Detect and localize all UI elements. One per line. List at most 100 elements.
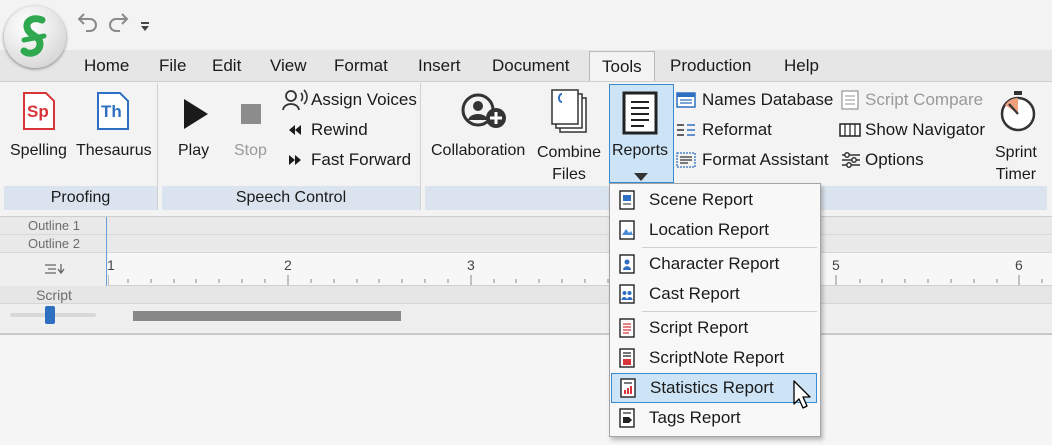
- ruler: [107, 253, 1052, 286]
- menu-item-tags-report[interactable]: Tags Report: [611, 404, 817, 432]
- speech-control-group-label: Speech Control: [162, 186, 420, 210]
- outline2-row: [0, 235, 1052, 253]
- scene-report-icon: [619, 190, 635, 210]
- ruler-number-2: 2: [284, 257, 292, 273]
- combine-files-label-line1: Combine: [537, 144, 602, 161]
- collaboration-button[interactable]: Collaboration: [431, 142, 525, 160]
- spelling-icon: Sp: [22, 91, 56, 136]
- tab-production[interactable]: Production: [658, 50, 763, 81]
- collaboration-icon: [460, 92, 508, 137]
- character-report-icon: [619, 254, 635, 274]
- ruler-number-1: 1: [107, 257, 115, 273]
- names-database-button[interactable]: Names Database: [702, 90, 833, 110]
- menu-item-label: Script Report: [649, 318, 749, 337]
- reformat-button[interactable]: Reformat: [702, 120, 772, 140]
- sprint-timer-button[interactable]: Sprint Timer: [995, 142, 1037, 186]
- menu-item-scene-report[interactable]: Scene Report: [611, 186, 817, 214]
- tab-file[interactable]: File: [147, 50, 198, 81]
- tab-view[interactable]: View: [258, 50, 319, 81]
- menu-item-label: Character Report: [649, 254, 780, 273]
- menu-item-script-report[interactable]: Script Report: [611, 314, 817, 342]
- menu-separator: [642, 247, 817, 248]
- cast-report-icon: [619, 284, 635, 304]
- horizontal-scrollbar-thumb[interactable]: [133, 311, 401, 321]
- menu-item-label: Location Report: [649, 220, 770, 239]
- undo-icon[interactable]: [76, 10, 100, 38]
- script-editor-area[interactable]: [0, 333, 1052, 445]
- fast-forward-icon: [288, 153, 302, 171]
- play-button[interactable]: Play: [178, 142, 209, 160]
- tab-tools[interactable]: Tools: [589, 51, 655, 83]
- menu-item-label: Cast Report: [649, 284, 740, 303]
- menu-item-label: ScriptNote Report: [649, 348, 785, 367]
- tab-help[interactable]: Help: [772, 50, 831, 81]
- proofing-group-label: Proofing: [4, 186, 157, 210]
- menu-item-scriptnote-report[interactable]: ScriptNote Report: [611, 344, 817, 372]
- proofing-group: Sp Th Spelling Thesaurus Proofing: [4, 83, 158, 210]
- script-compare-button[interactable]: Script Compare: [865, 90, 983, 110]
- menu-item-location-report[interactable]: Location Report: [611, 216, 817, 244]
- title-bar: [0, 0, 1052, 50]
- play-icon: [180, 97, 210, 136]
- reports-label: Reports: [612, 142, 669, 159]
- customize-quick-access-icon[interactable]: [140, 20, 150, 38]
- statistics-report-icon: [620, 378, 636, 398]
- stop-button[interactable]: Stop: [234, 142, 267, 160]
- menu-item-label: Statistics Report: [650, 378, 774, 397]
- tab-format[interactable]: Format: [322, 50, 400, 81]
- menu-item-cast-report[interactable]: Cast Report: [611, 280, 817, 308]
- rewind-icon: [288, 123, 302, 141]
- names-database-icon: [676, 92, 696, 113]
- mouse-cursor-icon: [792, 380, 816, 415]
- ruler-ticks: [107, 275, 1043, 285]
- svg-text:Sp: Sp: [27, 102, 49, 121]
- tab-edit[interactable]: Edit: [200, 50, 253, 81]
- tab-insert[interactable]: Insert: [406, 50, 473, 81]
- stop-icon: [240, 103, 262, 130]
- assign-voices-button[interactable]: Assign Voices: [311, 90, 417, 110]
- outline2-label: Outline 2: [27, 236, 81, 251]
- format-assistant-icon: [676, 152, 696, 173]
- speech-control-group: Play Stop Assign Voices Rewind Fast Forw…: [162, 83, 421, 210]
- menu-item-label: Scene Report: [649, 190, 753, 209]
- thesaurus-button[interactable]: Thesaurus: [76, 142, 152, 160]
- scriptnote-report-icon: [619, 348, 635, 368]
- menu-item-statistics-report[interactable]: Statistics Report: [611, 373, 817, 403]
- combine-files-icon: [550, 88, 590, 141]
- script-label: Script: [36, 287, 72, 303]
- spelling-button[interactable]: Spelling: [10, 142, 67, 160]
- sprint-timer-icon: [998, 90, 1038, 137]
- format-assistant-button[interactable]: Format Assistant: [702, 150, 829, 170]
- outline1-row: [0, 217, 1052, 235]
- app-logo[interactable]: [4, 6, 66, 68]
- combine-files-label-line2: Files: [552, 166, 586, 183]
- reports-dropdown-menu: Scene Report Location Report Character R…: [609, 183, 821, 437]
- menu-item-character-report[interactable]: Character Report: [611, 250, 817, 278]
- fast-forward-button[interactable]: Fast Forward: [311, 150, 411, 170]
- ruler-number-3: 3: [467, 257, 475, 273]
- svg-text:Th: Th: [101, 102, 122, 121]
- reformat-icon: [676, 122, 696, 143]
- assign-voices-icon: [282, 89, 308, 116]
- options-icon: [841, 152, 861, 173]
- rewind-button[interactable]: Rewind: [311, 120, 368, 140]
- outline1-label: Outline 1: [27, 218, 81, 233]
- tab-home[interactable]: Home: [72, 50, 141, 81]
- ruler-number-5: 5: [832, 257, 840, 273]
- indent-icon[interactable]: [44, 262, 66, 280]
- reports-icon: [622, 91, 658, 140]
- zoom-slider-thumb[interactable]: [45, 306, 55, 324]
- tab-document[interactable]: Document: [480, 50, 581, 81]
- thesaurus-icon: Th: [96, 91, 130, 136]
- menu-separator: [642, 311, 817, 312]
- menu-item-label: Tags Report: [649, 408, 741, 427]
- navigator-icon: [839, 123, 861, 142]
- tags-report-icon: [619, 408, 635, 428]
- location-report-icon: [619, 220, 635, 240]
- show-navigator-button[interactable]: Show Navigator: [865, 120, 985, 140]
- ruler-number-6: 6: [1015, 257, 1023, 273]
- script-report-icon: [619, 318, 635, 338]
- options-button[interactable]: Options: [865, 150, 924, 170]
- combine-files-button[interactable]: Combine Files: [537, 142, 601, 186]
- redo-icon[interactable]: [106, 10, 130, 38]
